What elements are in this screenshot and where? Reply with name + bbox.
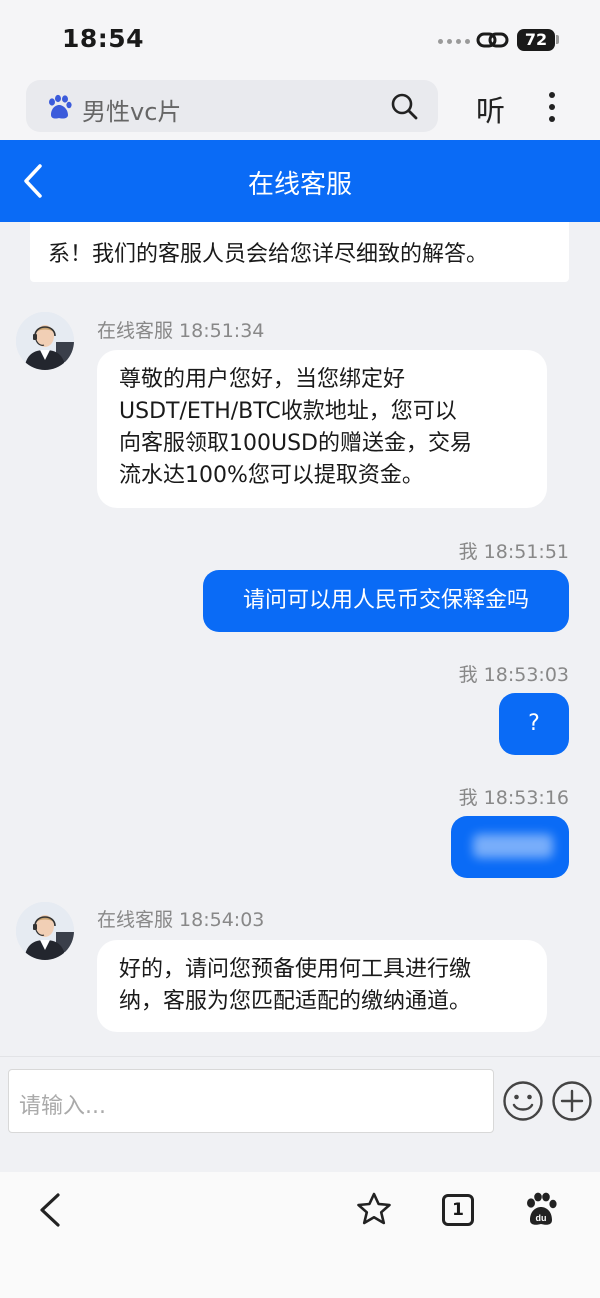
- search-query: 男性vc片: [82, 98, 182, 126]
- baidu-paw-icon: [49, 94, 72, 119]
- agent-avatar[interactable]: [16, 902, 74, 960]
- message-line: 流水达100%您可以提取资金。: [119, 463, 424, 488]
- message-line: 尊敬的用户您好，当您绑定好: [119, 367, 406, 392]
- outgoing-message-bubble-redacted: [451, 816, 569, 878]
- message-sender-time: 我 18:53:16: [458, 787, 569, 809]
- status-time: 18:54: [62, 24, 145, 53]
- add-attachment-icon[interactable]: [551, 1080, 593, 1122]
- listen-button[interactable]: 听: [476, 88, 505, 130]
- message-input[interactable]: 请输入...: [8, 1069, 494, 1133]
- search-icon[interactable]: [390, 92, 418, 120]
- message-input-bar: 请输入...: [0, 1056, 600, 1172]
- message-line: 向客服领取100USD的赠送金，交易: [119, 431, 472, 456]
- baidu-home-icon[interactable]: du: [524, 1192, 558, 1226]
- signal-dots-icon: [438, 37, 470, 45]
- browser-toolbar: 男性vc片 听: [0, 80, 600, 140]
- message-line: 好的，请问您预备使用何工具进行缴: [119, 957, 472, 982]
- incoming-message-bubble: 好的，请问您预备使用何工具进行缴 纳，客服为您匹配适配的缴纳通道。: [97, 940, 547, 1032]
- message-sender-time: 在线客服 18:51:34: [97, 320, 265, 342]
- svg-text:du: du: [536, 1213, 547, 1223]
- battery-indicator: 72: [517, 29, 555, 51]
- search-box[interactable]: 男性vc片: [26, 80, 438, 132]
- tabs-count-button[interactable]: 1: [442, 1194, 474, 1226]
- previous-message-text: 系！我们的客服人员会给您详尽细致的解答。: [48, 242, 489, 267]
- browser-bottom-nav: 1 du: [0, 1172, 600, 1298]
- battery-cap: [556, 35, 559, 44]
- more-menu-icon[interactable]: [544, 90, 560, 124]
- agent-avatar-image: [16, 902, 74, 960]
- message-sender-time: 我 18:51:51: [458, 541, 569, 563]
- outgoing-message-bubble: ?: [499, 693, 569, 755]
- agent-avatar-image: [16, 312, 74, 370]
- incoming-message-bubble: 尊敬的用户您好，当您绑定好 USDT/ETH/BTC收款地址，您可以 向客服领取…: [97, 350, 547, 508]
- previous-message-bubble: 系！我们的客服人员会给您详尽细致的解答。: [30, 222, 569, 282]
- link-icon: [476, 32, 509, 48]
- chat-message-list[interactable]: 系！我们的客服人员会给您详尽细致的解答。 在线客服 18:51:34 尊敬的用户…: [0, 222, 600, 1056]
- outgoing-message-bubble: 请问可以用人民币交保释金吗: [203, 570, 569, 632]
- emoji-icon[interactable]: [502, 1080, 544, 1122]
- nav-back-icon[interactable]: [36, 1192, 64, 1228]
- status-bar: 18:54 72: [0, 0, 600, 80]
- message-sender-time: 在线客服 18:54:03: [97, 909, 265, 931]
- message-line: 纳，客服为您匹配适配的缴纳通道。: [119, 989, 472, 1014]
- page-title: 在线客服: [247, 170, 352, 200]
- message-sender-time: 我 18:53:03: [458, 664, 569, 686]
- bookmark-star-icon[interactable]: [356, 1192, 392, 1226]
- redacted-content: [473, 834, 553, 858]
- chat-header: 在线客服: [0, 140, 600, 222]
- agent-avatar[interactable]: [16, 312, 74, 370]
- message-line: USDT/ETH/BTC收款地址，您可以: [119, 399, 457, 424]
